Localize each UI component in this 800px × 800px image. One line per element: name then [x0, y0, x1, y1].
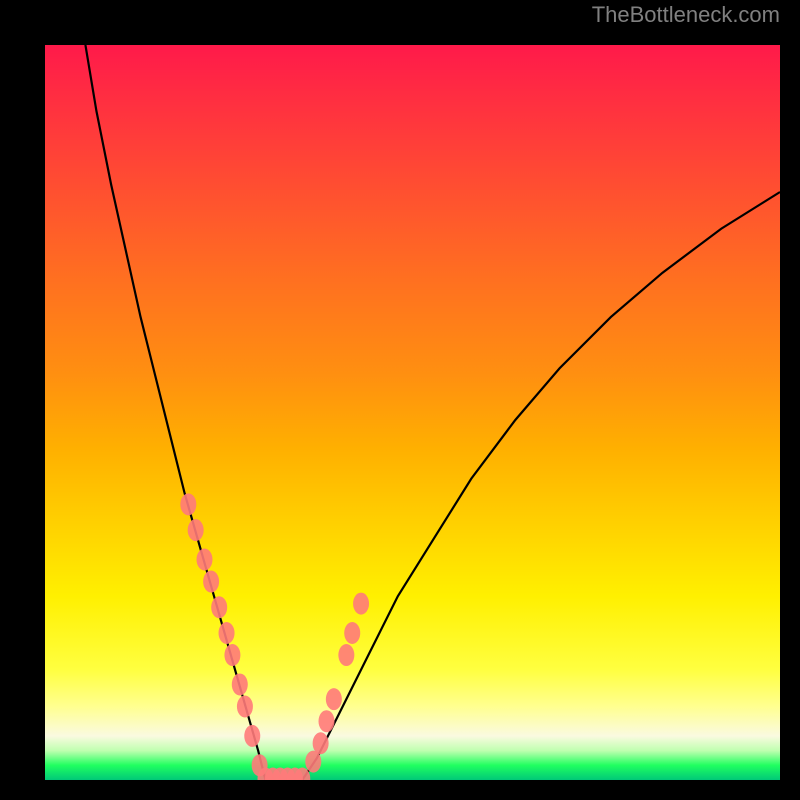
chart-container: TheBottleneck.com — [0, 0, 800, 800]
curve-left — [85, 45, 265, 780]
markers-bottom — [258, 768, 311, 780]
chart-svg — [45, 45, 780, 780]
watermark-text: TheBottleneck.com — [592, 2, 780, 28]
markers-left — [180, 493, 267, 776]
curve-right — [302, 192, 780, 780]
markers-right — [305, 593, 369, 773]
